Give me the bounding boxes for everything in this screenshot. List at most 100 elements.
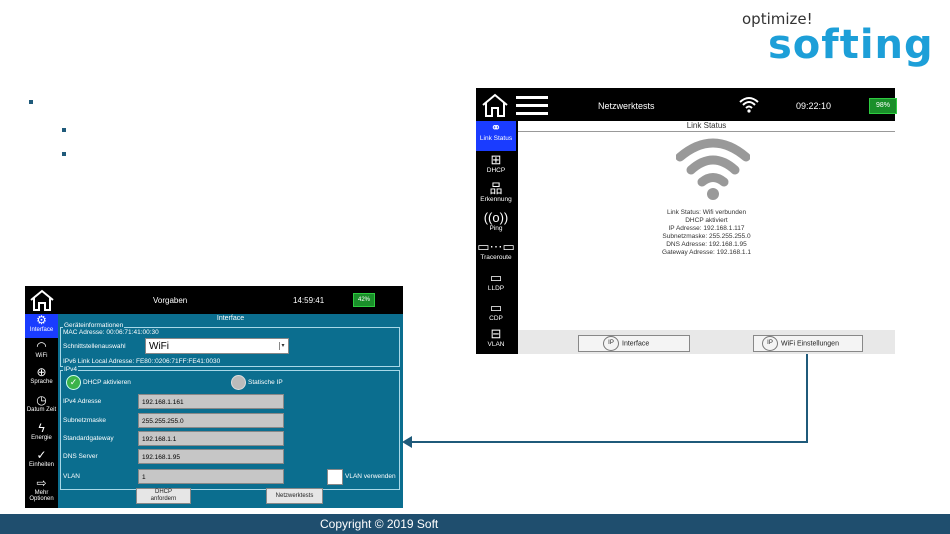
sub-bullet-point xyxy=(62,128,66,132)
sidebar-item-vlan[interactable]: ⊟ VLAN xyxy=(476,327,516,353)
sidebar-item-sprache[interactable]: ⊕ Sprache xyxy=(25,366,58,392)
main-panel: Interface Geräteinformationen MAC Adress… xyxy=(58,314,403,508)
bullet-point xyxy=(29,100,33,104)
sidebar-item-label: Ping xyxy=(489,225,503,232)
softing-logo: softing xyxy=(768,22,934,68)
sidebar-item-cdp[interactable]: ▭ CDP xyxy=(476,301,516,325)
group-title: IPv4 xyxy=(63,366,79,373)
vlan-checkbox[interactable] xyxy=(327,469,343,485)
vlan-icon: ⊟ xyxy=(490,326,502,341)
netzwerktests-screen: Netzwerktests 09:22:10 98% ⚭ Link Status… xyxy=(476,88,897,354)
ip-icon: ⚙ xyxy=(36,313,47,327)
sidebar-item-label: DHCP xyxy=(486,167,506,174)
gateway-field[interactable]: 192.168.1.1 xyxy=(138,431,284,446)
bottom-bar: IP Interface IP WiFi Einstellungen xyxy=(518,330,895,354)
subnet-mask-label: Subnetzmaske xyxy=(63,417,106,424)
link-status-info: Link Status: Wifi verbunden DHCP aktivie… xyxy=(518,209,895,257)
button-label: anfordern xyxy=(150,496,177,502)
sidebar-item-label: CDP xyxy=(489,315,503,322)
energy-icon: ϟ xyxy=(38,421,45,435)
interface-selector[interactable]: WiFi ▾ xyxy=(145,338,289,354)
ipv4-address-label: IPv4 Adresse xyxy=(63,398,102,405)
dhcp-request-button[interactable]: DHCP anfordern xyxy=(136,488,191,504)
sidebar-item-label: Mehr Optionen xyxy=(29,490,54,502)
selector-value: WiFi xyxy=(149,341,169,352)
vlan-checkbox-label: VLAN verwenden xyxy=(345,473,396,480)
link-icon: ⚭ xyxy=(490,120,502,135)
sidebar: ⚙ Interface ◠ WiFi ⊕ Sprache ◷ Datum Zei… xyxy=(25,314,58,508)
sidebar-item-label: Interface xyxy=(29,327,54,333)
cdp-icon: ▭ xyxy=(489,300,503,315)
status-line: Gateway Adresse: 192.168.1.1 xyxy=(662,249,751,256)
dhcp-radio[interactable]: ✓ xyxy=(66,375,81,390)
sidebar-item-label: Energie xyxy=(31,435,52,441)
static-ip-label: Statische IP xyxy=(248,379,283,386)
sidebar-item-label: Traceroute xyxy=(480,254,512,261)
dhcp-label: DHCP aktivieren xyxy=(83,379,131,386)
sidebar-item-lldp[interactable]: ▭ LLDP xyxy=(476,271,516,297)
sidebar-item-erkennung[interactable]: 品 Erkennung xyxy=(476,182,516,208)
status-line: DHCP aktiviert xyxy=(685,217,728,224)
sidebar-item-label: WiFi xyxy=(35,353,48,359)
ipv4-address-field[interactable]: 192.168.1.161 xyxy=(138,394,284,409)
clock-time: 09:22:10 xyxy=(796,101,832,111)
sidebar-item-interface[interactable]: ⚙ Interface xyxy=(25,314,58,338)
dns-server-field[interactable]: 192.168.1.95 xyxy=(138,449,284,464)
subnet-mask-field[interactable]: 255.255.255.0 xyxy=(138,413,284,428)
static-ip-radio[interactable] xyxy=(231,375,246,390)
screen-title: Netzwerktests xyxy=(598,101,655,111)
sidebar-item-traceroute[interactable]: ▭⋯▭ Traceroute xyxy=(476,240,516,266)
connector-line xyxy=(806,354,808,442)
interface-button[interactable]: IP Interface xyxy=(578,335,690,352)
copyright-text: Copyright © 2019 Soft xyxy=(320,517,439,531)
status-line: Link Status: Wifi verbunden xyxy=(666,209,747,216)
sidebar-item-datum-zeit[interactable]: ◷ Datum Zeit xyxy=(25,394,58,420)
sidebar: ⚭ Link Status ⊞ DHCP 品 Erkennung ((o)) P… xyxy=(476,121,516,354)
button-label: Interface xyxy=(622,340,650,348)
status-line: DNS Adresse: 192.168.1.95 xyxy=(666,241,747,248)
arrow-head-icon xyxy=(402,436,412,448)
screen-title: Vorgaben xyxy=(153,296,188,305)
footer-bar xyxy=(0,514,950,534)
network-icon: 品 xyxy=(489,181,503,196)
menu-icon[interactable] xyxy=(516,94,548,116)
sidebar-item-wifi[interactable]: ◠ WiFi xyxy=(25,340,58,364)
top-bar: Vorgaben 14:59:41 42% xyxy=(25,286,403,314)
main-panel: Link Status Link Status: Wifi verbunden … xyxy=(518,121,895,330)
ip-gear-icon: IP xyxy=(762,336,778,351)
gateway-label: Standardgateway xyxy=(63,435,114,442)
button-label: WiFi Einstellungen xyxy=(781,340,839,348)
lldp-icon: ▭ xyxy=(489,270,503,285)
vlan-label: VLAN xyxy=(63,473,80,480)
wifi-icon: ◠ xyxy=(36,339,47,353)
home-icon[interactable] xyxy=(28,288,56,312)
home-icon[interactable] xyxy=(480,92,510,118)
sidebar-item-label: LLDP xyxy=(487,285,505,292)
vorgaben-screen: Vorgaben 14:59:41 42% ⚙ Interface ◠ WiFi… xyxy=(25,286,403,508)
wifi-large-icon xyxy=(676,138,750,200)
group-title: Geräteinformationen xyxy=(63,322,125,329)
sidebar-item-energie[interactable]: ϟ Energie xyxy=(25,422,58,448)
panel-header: Link Status xyxy=(518,121,895,132)
vlan-field[interactable]: 1 xyxy=(138,469,284,484)
sub-bullet-point xyxy=(62,152,66,156)
sidebar-item-label: VLAN xyxy=(487,341,505,348)
check-icon: ✓ xyxy=(36,448,47,462)
sidebar-item-label: Datum Zeit xyxy=(26,407,57,413)
sidebar-item-mehr-optionen[interactable]: ⇨ Mehr Optionen xyxy=(25,477,58,507)
netzwerktests-button[interactable]: Netzwerktests xyxy=(266,488,323,504)
wifi-settings-button[interactable]: IP WiFi Einstellungen xyxy=(753,335,863,352)
sidebar-item-label: Sprache xyxy=(30,379,53,385)
battery-indicator: 42% xyxy=(353,293,375,307)
traceroute-icon: ▭⋯▭ xyxy=(477,239,515,254)
clock-icon: ◷ xyxy=(36,393,47,407)
mac-address: MAC Adresse: 00:06:71:41:00:30 xyxy=(63,329,159,336)
button-label: DHCP xyxy=(154,489,172,495)
sidebar-item-dhcp[interactable]: ⊞ DHCP xyxy=(476,153,516,179)
top-bar: Netzwerktests 09:22:10 98% xyxy=(476,88,897,121)
sidebar-item-ping[interactable]: ((o)) Ping xyxy=(476,211,516,237)
sidebar-item-link-status[interactable]: ⚭ Link Status xyxy=(476,121,516,151)
sidebar-item-label: Erkennung xyxy=(480,196,512,203)
sidebar-item-einheiten[interactable]: ✓ Einheiten xyxy=(25,449,58,475)
wifi-status-icon xyxy=(739,97,759,113)
